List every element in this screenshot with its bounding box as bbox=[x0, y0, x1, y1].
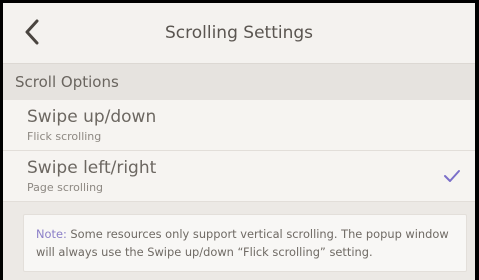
option-label: Swipe left/right bbox=[27, 158, 157, 178]
option-swipe-left-right[interactable]: Swipe left/right Page scrolling bbox=[3, 151, 475, 202]
settings-screen: Scrolling Settings Scroll Options Swipe … bbox=[3, 3, 475, 280]
option-sublabel: Flick scrolling bbox=[27, 130, 102, 143]
options-list: Swipe up/down Flick scrolling Swipe left… bbox=[3, 100, 475, 202]
header-bar: Scrolling Settings bbox=[3, 3, 475, 64]
checkmark-icon bbox=[444, 170, 460, 182]
option-label: Swipe up/down bbox=[27, 107, 157, 127]
info-note: Note: Some resources only support vertic… bbox=[23, 214, 467, 272]
option-swipe-up-down[interactable]: Swipe up/down Flick scrolling bbox=[3, 100, 475, 151]
page-title: Scrolling Settings bbox=[164, 23, 314, 43]
note-label: Note: bbox=[36, 227, 67, 241]
section-header-scroll-options: Scroll Options bbox=[3, 64, 475, 100]
note-text: Some resources only support vertical scr… bbox=[36, 227, 449, 259]
option-sublabel: Page scrolling bbox=[27, 181, 104, 194]
